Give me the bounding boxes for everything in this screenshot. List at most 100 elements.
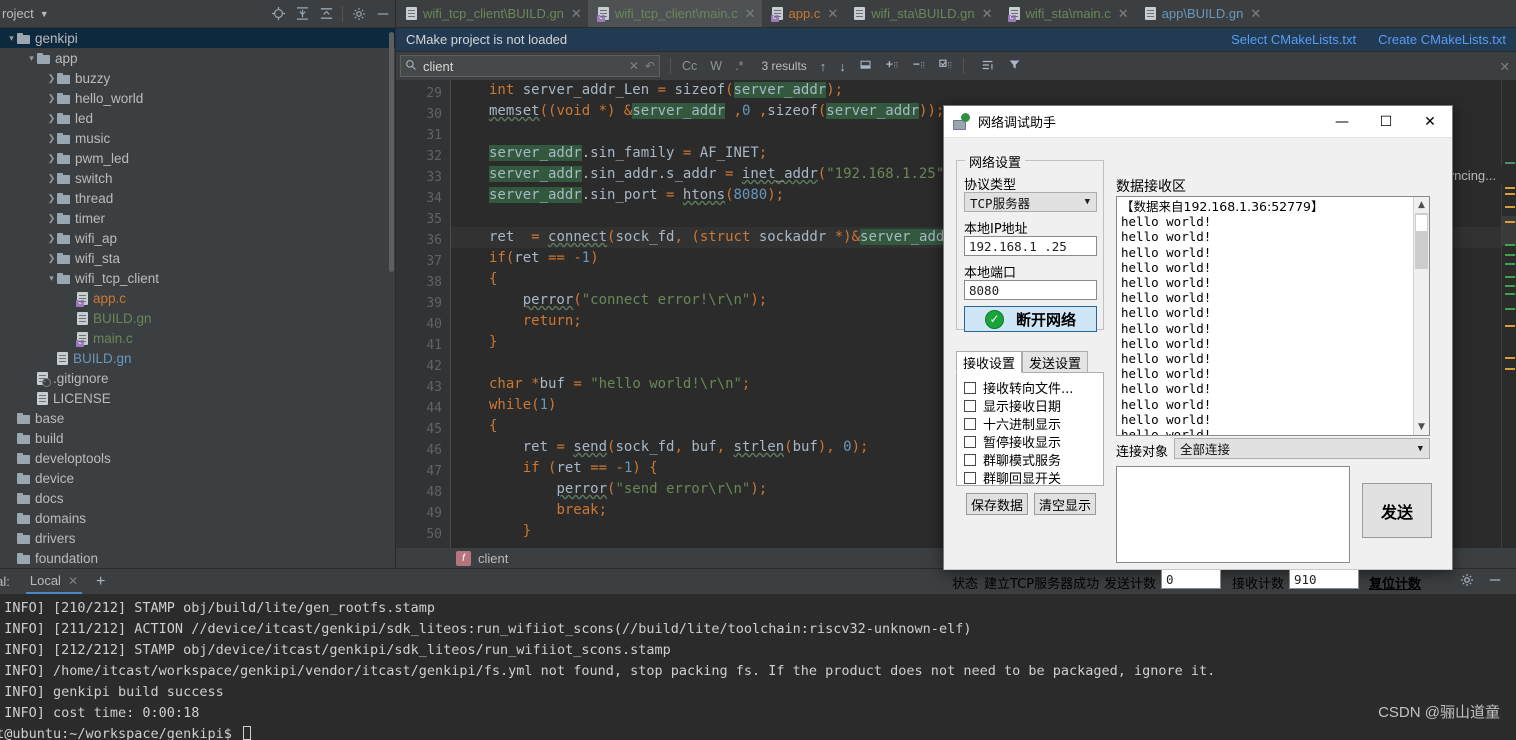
tree-node[interactable]: domains — [0, 508, 395, 528]
tree-node[interactable]: ▾ app — [0, 48, 395, 68]
close-icon[interactable]: ✕ — [745, 6, 756, 22]
editor-tab[interactable]: wifi_sta\main.c ✕ — [999, 0, 1135, 27]
plus-icon[interactable]: + — [96, 573, 105, 591]
minimize-icon[interactable] — [371, 2, 395, 26]
whole-words-toggle[interactable]: W — [708, 59, 724, 73]
tree-node[interactable]: app.c — [0, 288, 395, 308]
local-port-input[interactable]: 8080 — [964, 280, 1097, 300]
tree-node[interactable]: ❯ wifi_sta — [0, 248, 395, 268]
tree-node[interactable]: base — [0, 408, 395, 428]
close-icon[interactable]: ✕ — [1118, 6, 1129, 22]
match-case-toggle[interactable]: Cc — [680, 59, 699, 73]
dialog-titlebar[interactable]: 网络调试助手 — ☐ ✕ — [944, 106, 1452, 138]
receive-scrollbar[interactable]: ▲ ▼ — [1413, 197, 1429, 435]
tree-node[interactable]: .gitignore — [0, 368, 395, 388]
tree-node[interactable]: LICENSE — [0, 388, 395, 408]
collapse-all-icon[interactable] — [314, 2, 338, 26]
send-button[interactable]: 发送 — [1362, 483, 1432, 538]
checkbox[interactable] — [964, 435, 976, 448]
chevron-right-icon[interactable]: ❯ — [46, 233, 57, 244]
filter-list-icon[interactable] — [981, 58, 995, 75]
check-line-icon[interactable] — [939, 58, 953, 75]
checkbox[interactable] — [964, 381, 976, 394]
tab-receive-settings[interactable]: 接收设置 — [956, 351, 1022, 373]
expand-all-icon[interactable] — [290, 2, 314, 26]
tree-node[interactable]: ▾ wifi_tcp_client — [0, 268, 395, 288]
reset-count-link[interactable]: 复位计数 — [1369, 573, 1421, 592]
chevron-right-icon[interactable]: ❯ — [46, 113, 57, 124]
tree-node[interactable]: ❯ buzzy — [0, 68, 395, 88]
chevron-down-icon[interactable]: ▾ — [46, 273, 57, 284]
project-tree[interactable]: ▾ genkipi ▾ app ❯ buzzy ❯ hello_world ❯ led ❯ music… — [0, 28, 395, 568]
tree-node[interactable]: ❯ music — [0, 128, 395, 148]
sidebar-scrollbar[interactable] — [389, 32, 394, 272]
find-toolbar[interactable]: client ✕ ↶ Cc W .* 3 results ↑ ↓ ✕ — [396, 52, 1516, 80]
chevron-right-icon[interactable]: ❯ — [46, 153, 57, 164]
editor-tab[interactable]: wifi_tcp_client\BUILD.gn ✕ — [396, 0, 588, 27]
option-hex-display[interactable]: 十六进制显示 — [964, 414, 1061, 433]
checkbox[interactable] — [964, 471, 976, 484]
minimize-button[interactable]: — — [1320, 106, 1364, 137]
checkbox[interactable] — [964, 453, 976, 466]
create-cmakelists-link[interactable]: Create CMakeLists.txt — [1378, 32, 1506, 47]
tree-node[interactable]: ▾ genkipi — [0, 28, 395, 48]
close-icon[interactable]: ✕ — [68, 574, 78, 588]
chevron-down-icon[interactable]: ▼ — [1414, 419, 1429, 435]
clear-display-button[interactable]: 清空显示 — [1034, 493, 1096, 515]
maximize-button[interactable]: ☐ — [1364, 106, 1408, 137]
tree-node[interactable]: ❯ pwm_led — [0, 148, 395, 168]
filter-icon[interactable] — [1008, 58, 1021, 74]
search-input[interactable]: client ✕ ↶ — [400, 55, 660, 77]
chevron-right-icon[interactable]: ❯ — [46, 133, 57, 144]
tree-node[interactable]: main.c — [0, 328, 395, 348]
minimize-icon[interactable] — [1488, 573, 1502, 590]
option-pause-receive[interactable]: 暂停接收显示 — [964, 432, 1061, 451]
tree-node[interactable]: BUILD.gn — [0, 308, 395, 328]
receive-area[interactable]: 【数据来自192.168.1.36:52779】 hello world! hell… — [1116, 196, 1430, 436]
gear-icon[interactable] — [347, 2, 371, 26]
option-redirect-to-file[interactable]: 接收转向文件... — [964, 378, 1073, 397]
reset-icon[interactable]: ↶ — [645, 59, 655, 73]
locate-icon[interactable] — [266, 2, 290, 26]
editor-tab[interactable]: wifi_tcp_client\main.c ✕ — [587, 0, 762, 27]
protocol-type-select[interactable]: TCP服务器 ▼ — [964, 192, 1097, 212]
network-debug-assistant-window[interactable]: 网络调试助手 — ☐ ✕ 网络设置 协议类型 TCP服务器 ▼ 本地IP地址 1… — [943, 105, 1453, 592]
checkbox[interactable] — [964, 399, 976, 412]
chevron-right-icon[interactable]: ❯ — [46, 193, 57, 204]
close-icon[interactable]: ✕ — [1500, 59, 1510, 74]
option-show-receive-date[interactable]: 显示接收日期 — [964, 396, 1061, 415]
connection-target-select[interactable]: 全部连接 ▼ — [1174, 438, 1430, 459]
gear-icon[interactable] — [1460, 573, 1474, 590]
tree-node[interactable]: docs — [0, 488, 395, 508]
disconnect-button[interactable]: ✓ 断开网络 — [964, 306, 1097, 332]
checkbox[interactable] — [964, 417, 976, 430]
arrow-up-icon[interactable]: ↑ — [820, 59, 827, 74]
chevron-right-icon[interactable]: ❯ — [46, 73, 57, 84]
regex-toggle[interactable]: .* — [733, 59, 745, 73]
editor-scrollbar[interactable] — [1502, 80, 1516, 548]
terminal-prompt[interactable]: st@ubuntu:~/workspace/genkipi$ — [0, 724, 1516, 740]
terminal-tab-local[interactable]: Local ✕ — [25, 569, 82, 594]
chevron-down-icon[interactable]: ▾ — [26, 53, 37, 64]
chevron-right-icon[interactable]: ❯ — [46, 213, 57, 224]
close-button[interactable]: ✕ — [1408, 106, 1452, 137]
tree-node[interactable]: ❯ switch — [0, 168, 395, 188]
arrow-down-icon[interactable]: ↓ — [839, 59, 846, 74]
tree-node[interactable]: developtools — [0, 448, 395, 468]
send-text-input[interactable] — [1116, 466, 1350, 563]
chevron-right-icon[interactable]: ❯ — [46, 93, 57, 104]
local-ip-input[interactable]: 192.168.1 .25 — [964, 236, 1097, 256]
close-icon[interactable]: ✕ — [1250, 6, 1261, 22]
tree-node[interactable]: ❯ wifi_ap — [0, 228, 395, 248]
chevron-right-icon[interactable]: ❯ — [46, 253, 57, 264]
close-icon[interactable]: ✕ — [827, 6, 838, 22]
chevron-up-icon[interactable]: ▲ — [1414, 197, 1429, 213]
editor-tab[interactable]: wifi_sta\BUILD.gn ✕ — [844, 0, 998, 27]
chevron-down-icon[interactable]: ▾ — [6, 33, 17, 44]
option-group-chat-service[interactable]: 群聊模式服务 — [964, 450, 1061, 469]
editor-tab[interactable]: app\BUILD.gn ✕ — [1135, 0, 1268, 27]
tree-node[interactable]: foundation — [0, 548, 395, 568]
select-all-icon[interactable] — [859, 58, 872, 74]
editor-tab[interactable]: app.c ✕ — [762, 0, 845, 27]
terminal-output[interactable]: S INFO] [210/212] STAMP obj/build/lite/g… — [0, 594, 1516, 740]
